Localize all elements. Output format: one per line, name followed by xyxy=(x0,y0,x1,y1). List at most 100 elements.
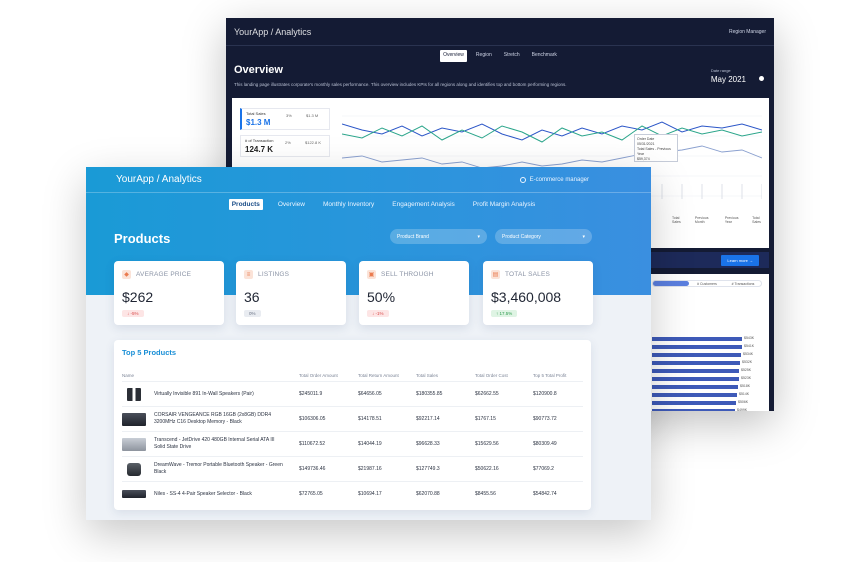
total-order-cost: $8455.56 xyxy=(475,491,496,497)
app-brand[interactable]: YourApp / Analytics xyxy=(116,174,202,185)
nav-products[interactable]: Products xyxy=(228,198,263,210)
segment-customers[interactable]: # Customers xyxy=(689,282,725,286)
column-header[interactable]: Total Order Cost xyxy=(475,370,508,380)
product-thumbnail xyxy=(122,490,146,498)
kpi-total-sales[interactable]: Total Sales $1.3 M 3% $1.3 M xyxy=(240,108,330,130)
region-bar[interactable] xyxy=(652,409,735,411)
user-menu[interactable]: E-commerce manager xyxy=(519,176,589,183)
kpi-header: ◆ AVERAGE PRICE xyxy=(122,270,191,279)
region-bar[interactable] xyxy=(652,337,742,341)
total-return-amount: $10694.17 xyxy=(358,491,382,497)
date-label: Date range xyxy=(710,68,731,73)
kpi-change-badge: ↓ -1% xyxy=(367,310,389,317)
kpi-header: ≡ LISTINGS xyxy=(244,270,289,279)
kpi-transactions[interactable]: # of Transaction 124.7 K 2% $122.8 K xyxy=(240,135,330,157)
column-header[interactable]: Name xyxy=(122,370,297,380)
total-order-amount: $106306.05 xyxy=(299,416,326,422)
segment-transactions[interactable]: # Transactions xyxy=(725,282,761,286)
table-row[interactable]: Niles - SS-4 4-Pair Speaker Selector - B… xyxy=(122,481,583,506)
total-order-cost: $1767.15 xyxy=(475,416,496,422)
total-sales: $96628.33 xyxy=(416,441,440,447)
total-profit: $80309.49 xyxy=(533,441,557,447)
user-menu[interactable]: Region Manager xyxy=(729,29,766,35)
nav-overview[interactable]: Overview xyxy=(275,199,308,210)
product-thumbnail xyxy=(122,412,146,426)
main-nav: Products Overview Monthly Inventory Enga… xyxy=(86,193,651,215)
app-brand[interactable]: YourApp / Analytics xyxy=(234,27,311,37)
total-sales: $127749.3 xyxy=(416,466,440,472)
product-name: DreamWave - Tremor Portable Bluetooth Sp… xyxy=(154,462,283,475)
product-brand-dropdown[interactable]: Product Brand ▾ xyxy=(390,229,487,244)
kpi-header: ▤ TOTAL SALES xyxy=(491,270,550,279)
brand-section: / Analytics xyxy=(270,26,312,37)
column-header[interactable]: Total Order Amount xyxy=(299,370,338,380)
kpi-card-listings[interactable]: ≡ LISTINGS 36 0% xyxy=(236,261,346,325)
region-bar-label: $523K xyxy=(741,376,752,380)
product-thumbnail xyxy=(127,387,141,401)
brand-section: / Analytics xyxy=(156,174,202,185)
kpi-label: TOTAL SALES xyxy=(505,271,551,278)
page-title: Products xyxy=(114,231,171,246)
column-header[interactable]: Total Return Amount xyxy=(358,370,399,380)
nav-engagement-analysis[interactable]: Engagement Analysis xyxy=(389,199,458,210)
nav-profit-margin-analysis[interactable]: Profit Margin Analysis xyxy=(470,199,539,210)
column-header[interactable]: Total Sales xyxy=(416,370,438,380)
dropdown-label: Product Brand xyxy=(397,233,429,240)
user-role: E-commerce manager xyxy=(529,176,589,183)
page-description: This landing page illustrates corporate'… xyxy=(234,82,567,87)
tooltip-line: $59,374 xyxy=(637,157,650,161)
column-header[interactable]: Top 5 Total Profit xyxy=(533,370,566,380)
tab-region[interactable]: Region xyxy=(473,50,495,62)
user-icon xyxy=(519,176,526,183)
table-header: Name Total Order Amount Total Return Amo… xyxy=(122,370,583,380)
kpi-card-sell-through[interactable]: ▣ SELL THROUGH 50% ↓ -1% xyxy=(359,261,469,325)
region-bar[interactable] xyxy=(652,393,737,397)
tab-stretch[interactable]: Stretch xyxy=(501,50,523,62)
table-row[interactable]: CORSAIR VENGEANCE RGB 16GB (2x8GB) DDR4 … xyxy=(122,406,583,431)
product-category-dropdown[interactable]: Product Category ▾ xyxy=(495,229,592,244)
region-bar[interactable] xyxy=(652,369,739,373)
kpi-card-total-sales[interactable]: ▤ TOTAL SALES $3,460,008 ↑ 17.5% xyxy=(483,261,593,325)
total-order-cost: $15629.56 xyxy=(475,441,499,447)
metric-segmented-control[interactable]: # Customers # Transactions xyxy=(652,280,762,287)
table-row[interactable]: Transcend - JetDrive 420 480GB Internal … xyxy=(122,431,583,456)
tab-overview[interactable]: Overview xyxy=(440,50,467,62)
region-bar-label: $525K xyxy=(741,368,752,372)
total-order-cost: $62662.55 xyxy=(475,391,499,397)
region-bar[interactable] xyxy=(652,353,741,357)
kpi-value: 36 xyxy=(244,289,260,305)
region-bar[interactable] xyxy=(652,345,742,349)
kpi-value: 124.7 K xyxy=(245,145,274,154)
region-bar-label: $541K xyxy=(744,344,755,348)
table-row[interactable]: DreamWave - Tremor Portable Bluetooth Sp… xyxy=(122,456,583,481)
learn-more-button[interactable]: Learn more → xyxy=(721,255,759,266)
table-row[interactable]: Virtually Invisible 891 In-Wall Speakers… xyxy=(122,381,583,406)
tab-benchmark[interactable]: Benchmark xyxy=(529,50,560,62)
date-picker[interactable]: Date range May 2021 xyxy=(711,68,746,84)
kpi-value: $262 xyxy=(122,289,154,305)
product-cell: Virtually Invisible 891 In-Wall Speakers… xyxy=(122,382,297,406)
legend-item: Previous Month xyxy=(694,216,709,224)
kpi-label: Total Sales xyxy=(246,111,266,116)
tab-bar: Overview Region Stretch Benchmark xyxy=(226,46,774,62)
kpi-header: ▣ SELL THROUGH xyxy=(367,270,434,279)
region-bar[interactable] xyxy=(652,361,740,365)
region-bar[interactable] xyxy=(652,401,736,405)
top-bar: YourApp / Analytics E-commerce manager xyxy=(86,167,651,193)
toggle-dot[interactable] xyxy=(759,76,764,81)
nav-monthly-inventory[interactable]: Monthly Inventory xyxy=(320,199,377,210)
total-return-amount: $64656.05 xyxy=(358,391,382,397)
segment-sales[interactable] xyxy=(653,281,689,286)
legend-item: Total Sales xyxy=(752,216,761,224)
bar-chart-icon: ▤ xyxy=(491,270,500,279)
region-bar-label: $543K xyxy=(744,336,755,340)
chart-tooltip: Order Date 05/31/2021 Total Sales - Prev… xyxy=(634,134,678,162)
region-bar[interactable] xyxy=(652,385,738,389)
region-bar-label: $532K xyxy=(742,360,753,364)
product-thumbnail xyxy=(127,462,141,476)
kpi-previous: $1.3 M xyxy=(306,113,319,118)
region-bar[interactable] xyxy=(652,377,739,381)
kpi-card-average-price[interactable]: ◆ AVERAGE PRICE $262 ↓ -5% xyxy=(114,261,224,325)
product-name: Virtually Invisible 891 In-Wall Speakers… xyxy=(154,390,254,397)
kpi-change: 3% xyxy=(286,113,292,118)
